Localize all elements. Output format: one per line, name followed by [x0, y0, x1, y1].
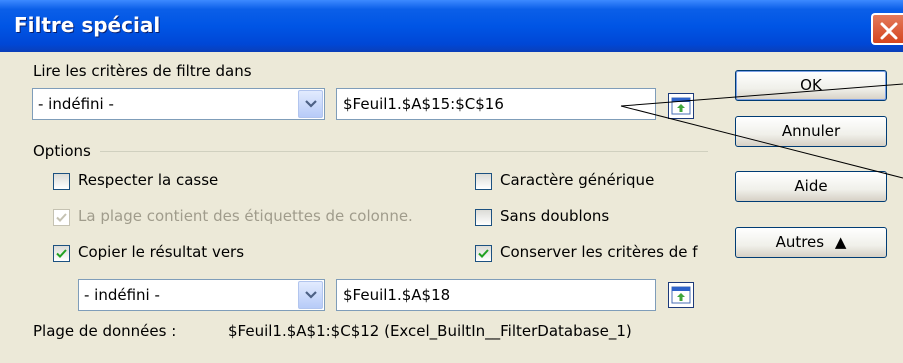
output-combo-dropdown[interactable] [298, 281, 323, 309]
wildcard-checkbox[interactable] [475, 173, 492, 190]
help-button[interactable]: Aide [735, 171, 887, 202]
chevron-up-icon: ▲ [834, 233, 847, 251]
output-range-value: $Feuil1.$A$18 [343, 286, 451, 304]
title-bar: Filtre spécial [0, 0, 903, 52]
output-combo-value: - indéfini - [84, 286, 160, 304]
copy-result-checkbox[interactable] [53, 245, 70, 262]
respect-case-label: Respecter la casse [78, 171, 219, 189]
more-button[interactable]: Autres ▲ [735, 227, 887, 258]
no-duplicates-label: Sans doublons [500, 207, 610, 225]
close-button[interactable] [871, 13, 903, 45]
ok-button[interactable]: OK [735, 70, 887, 101]
criteria-combo[interactable]: - indéfini - [32, 88, 325, 120]
respect-case-checkbox[interactable] [53, 173, 70, 190]
criteria-combo-value: - indéfini - [38, 95, 114, 113]
window-title: Filtre spécial [14, 13, 161, 37]
data-range-value: $Feuil1.$A$1:$C$12 (Excel_BuiltIn__Filte… [228, 322, 632, 340]
criteria-combo-dropdown[interactable] [298, 90, 323, 118]
cancel-button[interactable]: Annuler [735, 116, 887, 147]
criteria-shrink-button[interactable] [668, 93, 694, 119]
output-shrink-button[interactable] [668, 282, 694, 308]
output-range-input[interactable]: $Feuil1.$A$18 [336, 279, 656, 311]
criteria-label: Lire les critères de filtre dans [33, 62, 252, 80]
copy-result-label: Copier le résultat vers [78, 243, 245, 261]
range-has-labels-label: La plage contient des étiquettes de colo… [78, 207, 413, 225]
keep-criteria-label: Conserver les critères de f [500, 243, 698, 261]
options-group-label: Options [33, 142, 91, 160]
options-separator [100, 151, 708, 152]
output-combo[interactable]: - indéfini - [78, 279, 325, 311]
range-has-labels-checkbox[interactable] [53, 209, 70, 226]
no-duplicates-checkbox[interactable] [475, 209, 492, 226]
data-range-label: Plage de données : [33, 322, 177, 340]
more-button-label: Autres [775, 233, 825, 251]
criteria-range-input[interactable]: $Feuil1.$A$15:$C$16 [336, 88, 656, 120]
criteria-range-value: $Feuil1.$A$15:$C$16 [343, 95, 504, 113]
keep-criteria-checkbox[interactable] [475, 245, 492, 262]
wildcard-label: Caractère générique [500, 171, 655, 189]
